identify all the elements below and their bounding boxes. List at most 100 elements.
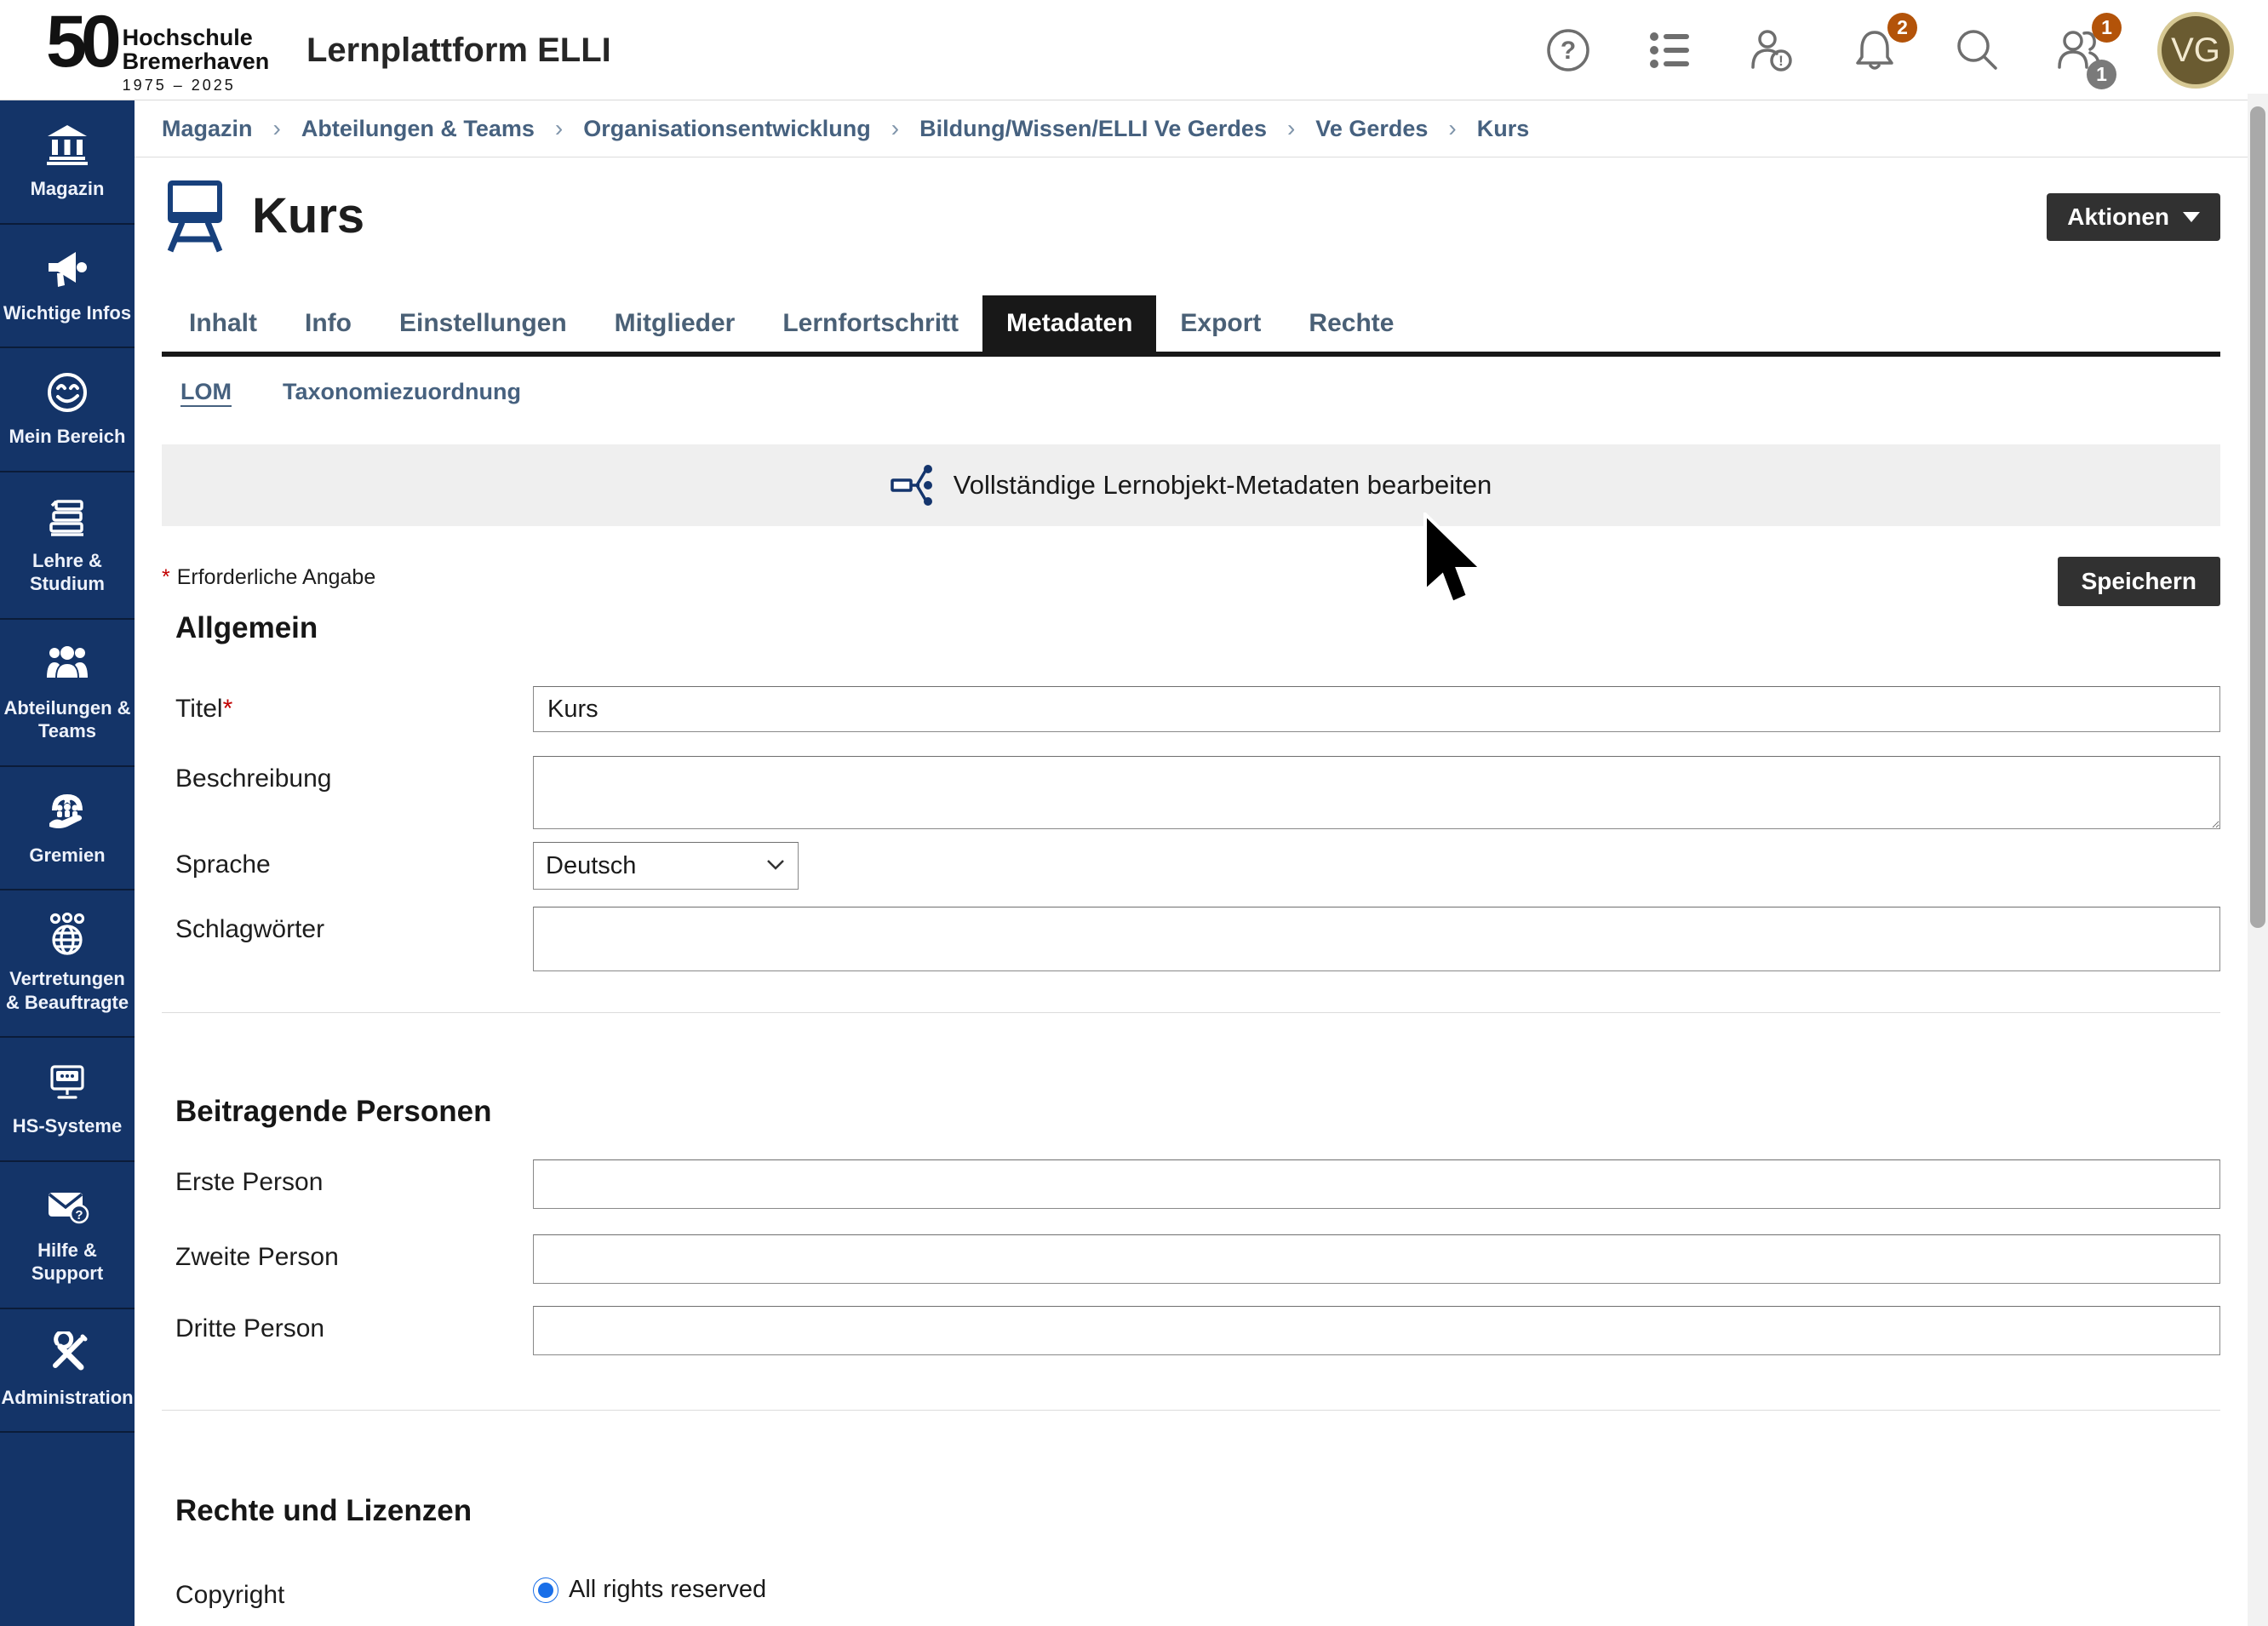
sidebar-item-gremien[interactable]: Gremien xyxy=(0,767,135,891)
breadcrumb-item[interactable]: Magazin xyxy=(162,116,253,142)
sidebar-item-magazin[interactable]: Magazin xyxy=(0,100,135,225)
svg-text:!: ! xyxy=(1778,53,1784,69)
hochschule-bremerhaven-logo[interactable]: 50 Hochschule Bremerhaven 1975 – 2025 xyxy=(46,5,269,94)
titel-label: Titel* xyxy=(175,686,533,732)
search-icon[interactable] xyxy=(1953,26,2001,74)
section-divider xyxy=(162,1410,2220,1411)
beschreibung-textarea[interactable] xyxy=(533,756,2220,829)
course-board-icon xyxy=(162,175,228,256)
avatar[interactable]: VG xyxy=(2157,12,2234,89)
breadcrumb-item[interactable]: Bildung/Wissen/ELLI Ve Gerdes xyxy=(919,116,1267,142)
tab-einstellungen[interactable]: Einstellungen xyxy=(375,295,591,352)
required-hint: *Erforderliche Angabe xyxy=(162,557,375,590)
top-header: 50 Hochschule Bremerhaven 1975 – 2025 Le… xyxy=(0,0,2268,100)
logo-50-text: 50 xyxy=(46,5,116,78)
save-button[interactable]: Speichern xyxy=(2058,557,2220,606)
breadcrumb-item[interactable]: Kurs xyxy=(1477,116,1530,142)
sidebar-item-lehre-studium[interactable]: Lehre & Studium xyxy=(0,472,135,620)
sprache-label: Sprache xyxy=(175,842,533,890)
dritte-person-input[interactable] xyxy=(533,1306,2220,1355)
sidebar-item-hs-systeme[interactable]: HS-Systeme xyxy=(0,1038,135,1162)
sidebar-item-vertretungen[interactable]: Vertretungen & Beauftragte xyxy=(0,890,135,1038)
section-heading-rechte: Rechte und Lizenzen xyxy=(175,1494,2220,1528)
field-row-zweite-person: Zweite Person xyxy=(175,1234,2220,1284)
sprache-select[interactable]: Deutsch xyxy=(533,842,799,890)
chevron-right-icon: › xyxy=(1448,115,1456,142)
sidebar-item-hilfe-support[interactable]: ? Hilfe & Support xyxy=(0,1162,135,1309)
tab-rechte[interactable]: Rechte xyxy=(1285,295,1418,352)
edit-full-metadata-banner[interactable]: Vollständige Lernobjekt-Metadaten bearbe… xyxy=(162,444,2220,526)
chevron-right-icon: › xyxy=(1287,115,1295,142)
logo-line1: Hochschule xyxy=(123,26,270,49)
books-icon xyxy=(45,495,89,539)
sidebar-item-abteilungen-teams[interactable]: Abteilungen & Teams xyxy=(0,620,135,767)
tab-metadaten[interactable]: Metadaten xyxy=(982,295,1156,352)
sidebar-item-label: Vertretungen & Beauftragte xyxy=(3,967,132,1014)
sidebar-item-mein-bereich[interactable]: Mein Bereich xyxy=(0,348,135,472)
globe-people-icon xyxy=(45,913,89,957)
erste-person-input[interactable] xyxy=(533,1159,2220,1209)
required-save-row: *Erforderliche Angabe Speichern xyxy=(162,557,2220,606)
zweite-person-label: Zweite Person xyxy=(175,1234,533,1284)
people-group-icon xyxy=(45,642,89,686)
breadcrumb-item[interactable]: Ve Gerdes xyxy=(1315,116,1428,142)
sidebar-item-label: Administration xyxy=(1,1386,133,1410)
app-root: 50 Hochschule Bremerhaven 1975 – 2025 Le… xyxy=(0,0,2268,1626)
subtab-taxonomiezuordnung[interactable]: Taxonomiezuordnung xyxy=(283,379,521,405)
contacts-icon[interactable]: 1 1 xyxy=(2055,26,2103,74)
sidebar-item-label: Wichtige Infos xyxy=(3,301,131,325)
field-row-copyright: Copyright All rights reserved xyxy=(175,1572,2220,1610)
tab-info[interactable]: Info xyxy=(281,295,375,352)
copyright-radio-row: All rights reserved xyxy=(533,1572,2220,1604)
help-icon[interactable]: ? xyxy=(1544,26,1592,74)
copyright-option-label[interactable]: All rights reserved xyxy=(569,1576,766,1604)
tab-export[interactable]: Export xyxy=(1156,295,1285,352)
sidebar-item-label: Lehre & Studium xyxy=(3,549,132,596)
banner-label: Vollständige Lernobjekt-Metadaten bearbe… xyxy=(954,470,1492,501)
field-row-erste-person: Erste Person xyxy=(175,1159,2220,1209)
awareness-icon[interactable]: ! xyxy=(1749,26,1796,74)
zweite-person-input[interactable] xyxy=(533,1234,2220,1284)
tab-inhalt[interactable]: Inhalt xyxy=(165,295,281,352)
chevron-right-icon: › xyxy=(555,115,563,142)
tab-mitglieder[interactable]: Mitglieder xyxy=(591,295,759,352)
aktionen-button[interactable]: Aktionen xyxy=(2047,193,2220,241)
tab-lernfortschritt[interactable]: Lernfortschritt xyxy=(759,295,982,352)
subtab-lom[interactable]: LOM xyxy=(180,379,232,405)
app-title: Lernplattform ELLI xyxy=(306,0,611,100)
list-icon[interactable] xyxy=(1647,26,1694,74)
field-row-dritte-person: Dritte Person xyxy=(175,1306,2220,1355)
beschreibung-label: Beschreibung xyxy=(175,756,533,833)
titel-input[interactable] xyxy=(533,686,2220,732)
sidebar-item-label: Magazin xyxy=(31,177,105,201)
smiley-icon xyxy=(45,370,89,415)
bank-icon xyxy=(45,123,89,167)
contacts-badge-bottom: 1 xyxy=(2087,60,2116,89)
committee-icon xyxy=(45,789,89,833)
section-divider xyxy=(162,1012,2220,1013)
dritte-person-label: Dritte Person xyxy=(175,1306,533,1355)
contacts-badge-top: 1 xyxy=(2092,13,2122,43)
sidebar-item-administration[interactable]: Administration xyxy=(0,1309,135,1434)
header-icon-bar: ? ! xyxy=(1544,0,2234,100)
svg-text:?: ? xyxy=(75,1208,83,1222)
copyright-radio[interactable] xyxy=(533,1577,558,1603)
notifications-icon[interactable]: 2 xyxy=(1851,26,1899,74)
sidebar-item-label: Gremien xyxy=(29,844,105,867)
sidebar-item-label: Mein Bereich xyxy=(9,425,126,449)
sidebar-item-wichtige-infos[interactable]: Wichtige Infos xyxy=(0,225,135,349)
scrollbar-track[interactable] xyxy=(2248,94,2268,1626)
breadcrumb-item[interactable]: Organisationsentwicklung xyxy=(583,116,871,142)
notifications-badge: 2 xyxy=(1887,13,1917,43)
field-row-titel: Titel* xyxy=(175,686,2220,732)
schlagwoerter-input[interactable] xyxy=(533,907,2220,971)
scrollbar-thumb[interactable] xyxy=(2250,106,2265,928)
logo-line2: Bremerhaven xyxy=(123,49,270,73)
page-title-row: Kurs Aktionen xyxy=(162,173,2220,258)
tab-bar: Inhalt Info Einstellungen Mitglieder Ler… xyxy=(162,295,2220,357)
metadata-tree-icon xyxy=(891,463,935,507)
field-row-beschreibung: Beschreibung xyxy=(175,756,2220,833)
breadcrumb-item[interactable]: Abteilungen & Teams xyxy=(301,116,535,142)
schlagwoerter-label: Schlagwörter xyxy=(175,907,533,971)
section-heading-allgemein: Allgemein xyxy=(175,611,2220,645)
